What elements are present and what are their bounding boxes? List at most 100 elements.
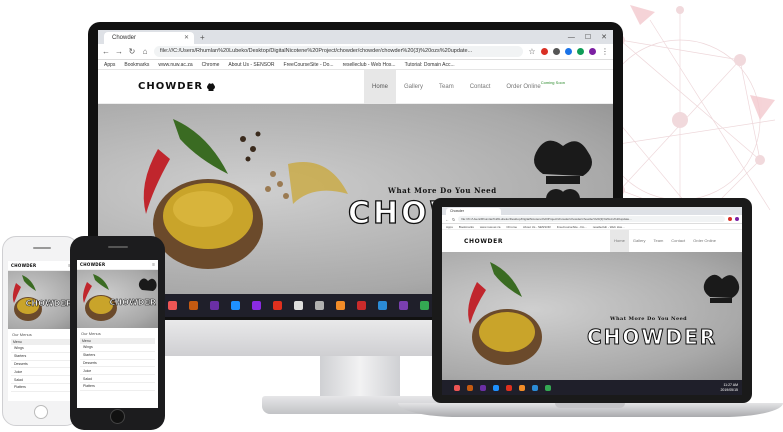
menu-dots-icon[interactable]: ⋮ [601, 47, 609, 56]
terminal-taskbar-icon[interactable] [378, 301, 387, 310]
close-tab-icon[interactable]: ✕ [184, 32, 189, 44]
chrome-taskbar-icon[interactable] [168, 301, 177, 310]
profile-avatar-icon[interactable] [589, 48, 596, 55]
home-icon[interactable]: ⌂ [141, 47, 149, 56]
minimize-icon[interactable]: — [568, 32, 575, 44]
star-icon[interactable]: ☆ [528, 47, 536, 56]
close-window-icon[interactable]: ✕ [601, 32, 607, 44]
white-phone-screen: CHOWDER ≡ CHOWDER Our Menus Menu Wings S… [8, 261, 74, 401]
laptop-address-bar[interactable]: file:///C:/Users/Rhumlan%20Lubeko/Deskto… [458, 216, 725, 222]
laptop-taskbar-icon[interactable] [519, 384, 525, 391]
bookmark-item[interactable]: About Us - SENSOR [228, 62, 274, 68]
laptop-nav-order-online[interactable]: Order Online [689, 230, 720, 252]
nav-order-online[interactable]: Order OnlineComing Soon [498, 70, 573, 104]
laptop-site-logo[interactable]: CHOWDER [464, 238, 503, 245]
mobile-menu-item[interactable]: Desserts [11, 361, 71, 369]
extension-icon-red[interactable] [541, 48, 548, 55]
laptop-bookmark-item[interactable]: Bookmarks [459, 224, 474, 229]
extension-icon-green[interactable] [577, 48, 584, 55]
home-button[interactable] [34, 405, 48, 419]
laptop-nav-contact[interactable]: Contact [667, 230, 689, 252]
bookmark-item[interactable]: Apps [104, 62, 115, 68]
nav-team[interactable]: Team [431, 70, 462, 104]
app-taskbar-icon[interactable] [315, 301, 324, 310]
cloud-taskbar-icon[interactable] [294, 301, 303, 310]
site-logo[interactable]: CHOWDER [138, 81, 217, 93]
laptop-taskbar-icon[interactable] [467, 384, 473, 391]
vs-code-taskbar-icon[interactable] [252, 301, 261, 310]
mobile-menu-item[interactable]: Salad [11, 376, 71, 384]
browser-tab-bar: Chowder ✕ + — ☐ ✕ [98, 30, 613, 44]
laptop-taskbar-icon[interactable] [545, 384, 551, 391]
monitor-stand-neck [320, 356, 400, 398]
laptop-browser-tab[interactable]: Chowder [446, 208, 501, 215]
bookmark-item[interactable]: FreeCourseSite - Do... [284, 62, 334, 68]
browser-tab[interactable]: Chowder ✕ [104, 32, 194, 44]
bookmark-item[interactable]: Chrome [202, 62, 220, 68]
forward-icon[interactable]: → [115, 47, 123, 56]
mobile-menu-item[interactable]: Platters [80, 383, 155, 391]
nav-gallery[interactable]: Gallery [396, 70, 431, 104]
laptop-nav-home[interactable]: Home [610, 230, 629, 252]
extension-icon-gray[interactable] [553, 48, 560, 55]
mobile-menu-item[interactable]: Wings [80, 344, 155, 352]
laptop-bookmark-item[interactable]: reselleclub - Web Hos... [593, 224, 625, 229]
mobile-menu-item[interactable]: Wings [11, 345, 71, 353]
laptop-system-clock[interactable]: 11:27 AM 2019/05/15 [720, 383, 738, 392]
mobile-site-logo[interactable]: CHOWDER [80, 262, 105, 267]
laptop-spice-illustration [468, 262, 740, 365]
laptop-taskbar-icon[interactable] [480, 384, 486, 391]
edge-taskbar-icon[interactable] [231, 301, 240, 310]
laptop-taskbar-icon[interactable] [454, 384, 460, 391]
laptop-extension-icon[interactable] [728, 217, 732, 221]
laptop-profile-icon[interactable] [735, 217, 739, 221]
extension-icon-blue[interactable] [565, 48, 572, 55]
powerpoint-taskbar-icon[interactable] [189, 301, 198, 310]
acrobat-taskbar-icon[interactable] [357, 301, 366, 310]
new-tab-icon[interactable]: + [200, 32, 205, 44]
laptop-bookmark-item[interactable]: About Us - SENSOR [523, 224, 551, 229]
mobile-menu-item[interactable]: Juice [80, 367, 155, 376]
bookmark-item[interactable]: www.nuw.ac.za [158, 62, 192, 68]
address-bar[interactable]: file:///C:/Users/Rhumlan%20Lubeko/Deskto… [154, 46, 523, 57]
order-online-label: Order Online [506, 84, 541, 90]
laptop-bookmark-item[interactable]: www.nuw.ac.za [480, 224, 501, 229]
mobile-menu-item[interactable]: Platters [11, 384, 71, 392]
vlc-taskbar-icon[interactable] [336, 301, 345, 310]
laptop-taskbar-icon[interactable] [506, 384, 512, 391]
mobile-menu-item[interactable]: Starters [11, 353, 71, 361]
laptop-taskbar-icon[interactable] [493, 384, 499, 391]
laptop-reload-icon[interactable]: ↻ [452, 217, 455, 222]
visual-studio-taskbar-icon[interactable] [210, 301, 219, 310]
back-icon[interactable]: ← [102, 47, 110, 56]
laptop-back-icon[interactable]: ← [445, 217, 449, 222]
laptop-bookmark-item[interactable]: Apps [446, 224, 453, 229]
chrome-alt-taskbar-icon[interactable] [420, 301, 429, 310]
filezilla-taskbar-icon[interactable] [273, 301, 282, 310]
mobile-menu-item[interactable]: Salad [80, 375, 155, 383]
premiere-taskbar-icon[interactable] [399, 301, 408, 310]
mobile-menu-item[interactable]: Desserts [80, 360, 155, 368]
mobile-menu-item[interactable]: Starters [80, 352, 155, 360]
home-button[interactable] [110, 409, 125, 424]
nav-home[interactable]: Home [364, 70, 397, 104]
laptop-site-navbar: CHOWDER Home Gallery Team Contact Order … [442, 230, 742, 252]
bookmark-item[interactable]: reselleclub - Web Hos... [343, 62, 396, 68]
mobile-site-logo[interactable]: CHOWDER [11, 263, 36, 268]
laptop-taskbar: 11:27 AM 2019/05/15 [442, 380, 742, 395]
bookmark-item[interactable]: Bookmarks [124, 62, 149, 68]
laptop-nav-gallery[interactable]: Gallery [629, 230, 650, 252]
logo-text: CHOWDER [138, 81, 204, 92]
laptop-taskbar-icon[interactable] [532, 384, 538, 391]
reload-icon[interactable]: ↻ [128, 47, 136, 56]
maximize-icon[interactable]: ☐ [585, 32, 591, 44]
laptop-nav-team[interactable]: Team [650, 230, 668, 252]
coming-soon-badge: Coming Soon [540, 80, 565, 85]
hamburger-menu-icon[interactable]: ≡ [152, 262, 155, 268]
laptop-bookmark-item[interactable]: FreeCourseSite - Do... [557, 224, 587, 229]
laptop-bookmark-item[interactable]: Chrome [506, 224, 517, 229]
black-phone-screen: CHOWDER ≡ CHOWDER Our Menus Menu Wings S… [77, 260, 158, 408]
mobile-menu-item[interactable]: Juice [11, 368, 71, 377]
nav-contact[interactable]: Contact [462, 70, 499, 104]
bookmark-item[interactable]: Tutorial: Domain Acc... [405, 62, 455, 68]
